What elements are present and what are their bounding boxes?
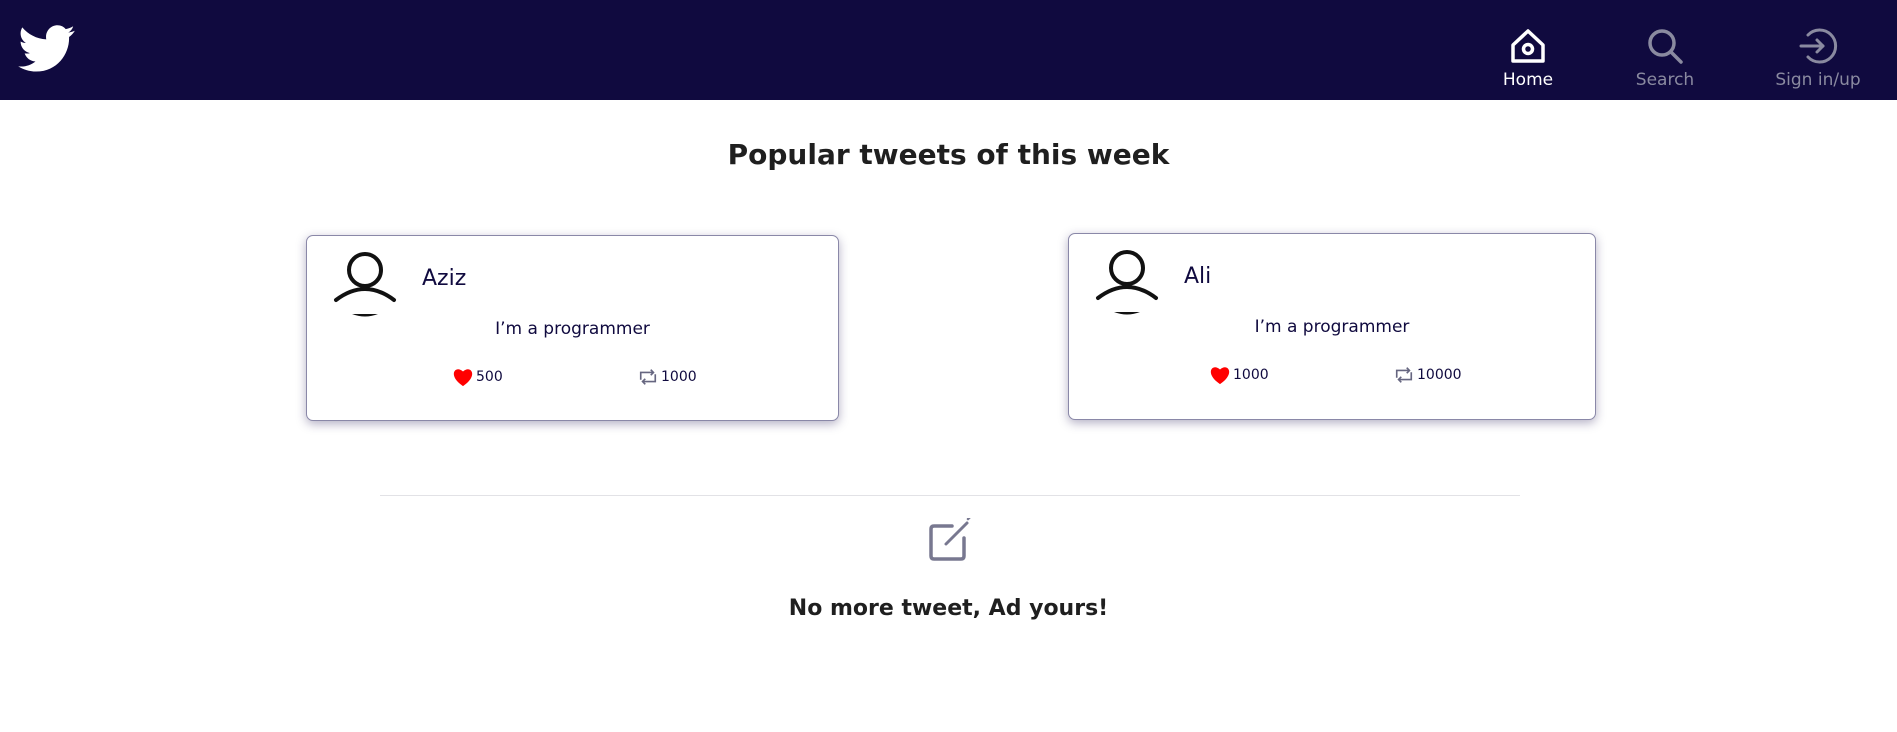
- retweet-count: 1000: [661, 369, 697, 385]
- page-title: Popular tweets of this week: [727, 138, 1170, 171]
- sign-in-icon: [1799, 28, 1838, 64]
- tweet-author[interactable]: Ali: [1184, 264, 1211, 289]
- like-count: 1000: [1233, 367, 1269, 383]
- like-button[interactable]: 1000: [1209, 365, 1269, 385]
- tweet-text: I’m a programmer: [495, 319, 650, 339]
- tweet-card[interactable]: Ali I’m a programmer 1000 10000: [1068, 233, 1596, 420]
- empty-state-message: No more tweet, Ad yours!: [788, 596, 1109, 621]
- top-navigation-bar: Home Search Sign in/up: [0, 0, 1897, 100]
- like-count: 500: [476, 369, 503, 385]
- user-avatar-icon: [1096, 250, 1158, 315]
- nav-home-label: Home: [1502, 70, 1554, 90]
- heart-icon: [1210, 367, 1230, 385]
- section-divider: [380, 495, 1520, 496]
- retweet-button[interactable]: 1000: [637, 367, 697, 387]
- tweet-author[interactable]: Aziz: [422, 266, 466, 291]
- twitter-bird-icon[interactable]: [18, 25, 76, 73]
- home-icon: [1511, 29, 1545, 63]
- retweet-count: 10000: [1417, 367, 1462, 383]
- nav-search[interactable]: Search: [1635, 0, 1695, 100]
- nav-search-label: Search: [1635, 70, 1695, 90]
- search-icon: [1648, 29, 1683, 64]
- nav-sign-in-up-label: Sign in/up: [1775, 70, 1861, 90]
- retweet-button[interactable]: 10000: [1393, 365, 1462, 385]
- nav-home[interactable]: Home: [1500, 0, 1556, 100]
- heart-icon: [453, 369, 473, 387]
- like-button[interactable]: 500: [452, 367, 503, 387]
- nav-sign-in-up[interactable]: Sign in/up: [1775, 0, 1861, 100]
- tweet-text: I’m a programmer: [1254, 317, 1410, 337]
- user-avatar-icon: [334, 252, 396, 317]
- tweet-card[interactable]: Aziz I’m a programmer 500 1000: [306, 235, 839, 421]
- retweet-icon: [639, 369, 657, 385]
- edit-icon[interactable]: [928, 518, 972, 562]
- retweet-icon: [1395, 367, 1413, 383]
